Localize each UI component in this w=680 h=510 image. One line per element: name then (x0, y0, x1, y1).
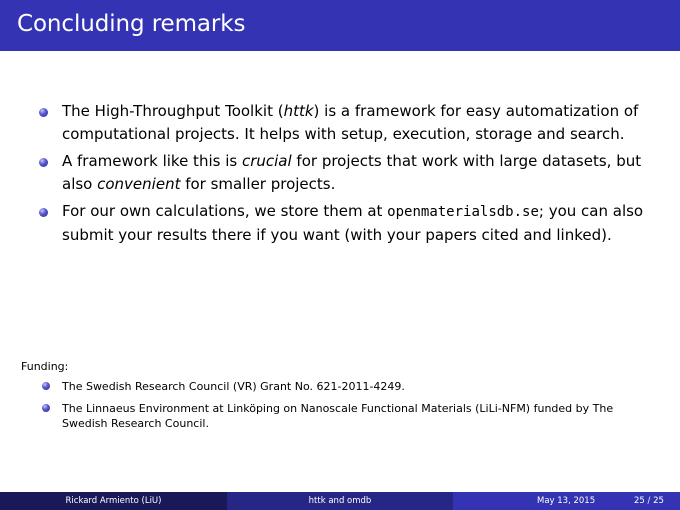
bullet-item-httk: The High-Throughput Toolkit (httk) is a … (0, 100, 680, 146)
bullet-ball-icon (39, 108, 48, 117)
bullet-ball-icon (39, 158, 48, 167)
footer-author-section: Rickard Armiento (LiU) (0, 492, 227, 510)
main-bullet-list: The High-Throughput Toolkit (httk) is a … (0, 100, 680, 251)
bullet-text: The High-Throughput Toolkit ( (62, 102, 284, 120)
footer-title: httk and omdb (308, 496, 372, 506)
funding-item: The Swedish Research Council (VR) Grant … (0, 379, 680, 394)
bullet-text: For our own calculations, we store them … (62, 202, 388, 220)
footer-date: May 13, 2015 (537, 496, 596, 506)
funding-list: The Swedish Research Council (VR) Grant … (0, 379, 680, 438)
footer-bar: Rickard Armiento (LiU) httk and omdb May… (0, 492, 680, 510)
footer-date-section: May 13, 2015 25 / 25 (453, 492, 680, 510)
emphasis-text: httk (283, 102, 314, 120)
footer-page-number: 25 / 25 (634, 496, 664, 506)
footer-title-section: httk and omdb (227, 492, 453, 510)
site-url[interactable]: openmaterialsdb.se (387, 204, 539, 220)
funding-label: Funding: (21, 360, 69, 373)
funding-text: The Swedish Research Council (VR) Grant … (62, 380, 405, 393)
bullet-item-framework: A framework like this is crucial for pro… (0, 150, 680, 196)
title-bar: Concluding remarks (0, 0, 680, 51)
funding-item: The Linnaeus Environment at Linköping on… (0, 401, 680, 431)
footer-author: Rickard Armiento (LiU) (65, 496, 162, 506)
slide-title: Concluding remarks (17, 11, 246, 37)
funding-text: The Linnaeus Environment at Linköping on… (62, 402, 614, 430)
emphasis-text: convenient (97, 175, 181, 193)
bullet-item-openmaterialsdb: For our own calculations, we store them … (0, 200, 680, 247)
bullet-text: A framework like this is (62, 152, 242, 170)
bullet-text: for smaller projects. (180, 175, 336, 193)
bullet-ball-icon (42, 404, 50, 412)
emphasis-text: crucial (241, 152, 292, 170)
bullet-ball-icon (42, 382, 50, 390)
bullet-ball-icon (39, 208, 48, 217)
